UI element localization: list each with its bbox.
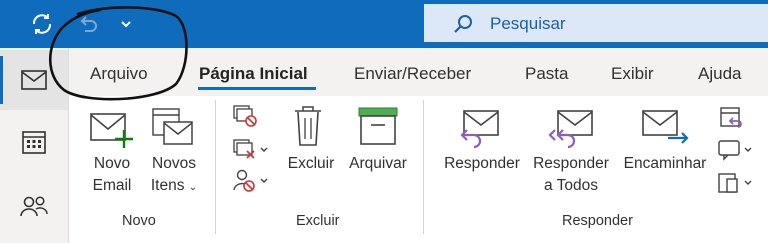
group-label-responder: Responder xyxy=(562,213,633,229)
tab-pasta[interactable]: Pasta xyxy=(525,64,568,84)
rail-item-calendar[interactable] xyxy=(0,112,68,172)
search-box[interactable]: Pesquisar xyxy=(424,4,768,42)
archive-button[interactable]: Arquivar xyxy=(342,153,414,175)
new-email-icon[interactable] xyxy=(89,110,135,150)
group-label-novo: Novo xyxy=(122,213,156,229)
group-label-excluir: Excluir xyxy=(296,213,340,229)
im-reply-icon[interactable] xyxy=(716,138,756,162)
new-items-icon[interactable] xyxy=(150,106,196,150)
meeting-reply-icon[interactable] xyxy=(718,104,746,130)
reply-all-button[interactable]: Responder a Todos xyxy=(528,153,614,197)
forward-icon[interactable] xyxy=(640,108,692,148)
new-items-button[interactable]: Novos Itens ⌄ xyxy=(144,153,204,199)
hand-drawn-circle-annotation xyxy=(49,6,188,101)
calendar-icon xyxy=(22,131,46,154)
people-icon xyxy=(20,196,48,217)
new-email-button[interactable]: Novo Email xyxy=(84,153,140,197)
active-tab-indicator xyxy=(198,87,316,90)
group-separator xyxy=(215,100,216,234)
reply-all-icon[interactable] xyxy=(544,108,598,148)
tab-pagina-inicial[interactable]: Página Inicial xyxy=(199,64,308,84)
forward-button[interactable]: Encaminhar xyxy=(618,153,712,175)
group-separator xyxy=(423,100,424,234)
tab-enviar-receber[interactable]: Enviar/Receber xyxy=(354,64,471,84)
ignore-icon[interactable] xyxy=(232,104,258,128)
cleanup-icon[interactable] xyxy=(232,138,272,162)
delete-button[interactable]: Excluir xyxy=(282,153,340,175)
archive-icon[interactable] xyxy=(356,106,400,146)
chevron-down-icon: ⌄ xyxy=(188,182,198,193)
more-reply-icon[interactable] xyxy=(716,170,756,196)
rail-item-people[interactable] xyxy=(0,176,68,236)
reply-icon[interactable] xyxy=(454,108,504,148)
junk-icon[interactable] xyxy=(232,168,272,194)
search-input[interactable]: Pesquisar xyxy=(490,14,566,34)
tab-ajuda[interactable]: Ajuda xyxy=(698,64,741,84)
tab-exibir[interactable]: Exibir xyxy=(611,64,654,84)
search-icon xyxy=(454,15,472,33)
trash-icon[interactable] xyxy=(292,104,324,148)
reply-button[interactable]: Responder xyxy=(438,153,526,175)
